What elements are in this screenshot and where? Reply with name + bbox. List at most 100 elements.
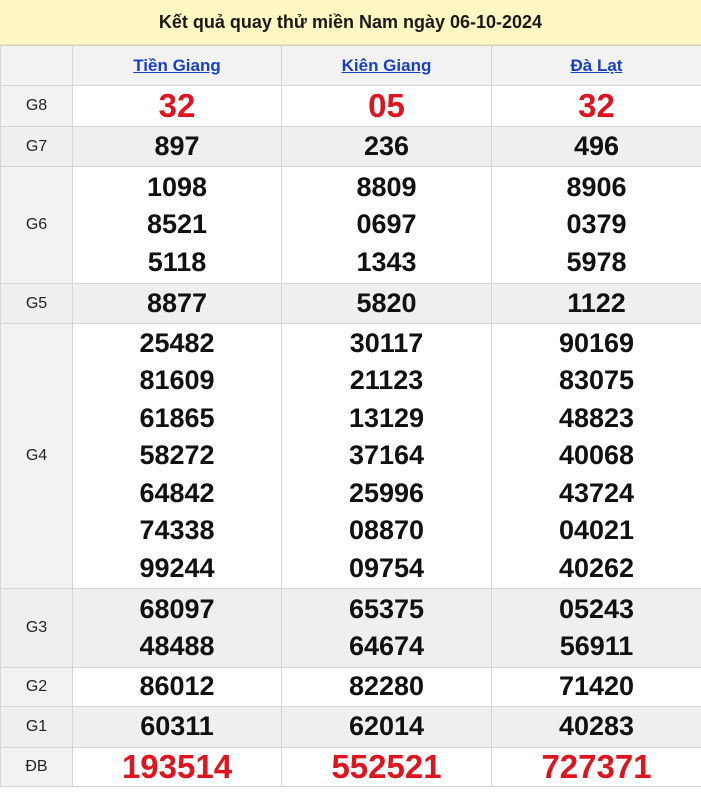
prize-number: 86012: [139, 671, 215, 702]
prize-cell: 8906 0379 5978: [491, 166, 701, 284]
prize-number: 5820: [356, 287, 417, 318]
prize-cell: 25482 81609 61865 58272 64842 74338 99244: [72, 323, 282, 589]
page-title: Kết quả quay thử miền Nam ngày 06-10-202…: [0, 0, 701, 45]
prize-cell: 236: [281, 126, 492, 167]
results-table: Tiền Giang Kiên Giang Đà Lạt G8 32 05 32 G7 8…: [0, 45, 701, 787]
prize-number: 40068: [558, 440, 635, 471]
prize-cell: 60311: [72, 706, 282, 748]
prize-cell: 1098 8521 5118: [72, 166, 282, 284]
prize-cell: 62014: [281, 706, 492, 748]
prize-cell: 32: [491, 85, 701, 127]
prize-cell: 40283: [491, 706, 701, 748]
prize-number: 40262: [558, 552, 635, 583]
prize-row: G3 68097 48488 65375 64674 05243 56911: [0, 588, 701, 668]
prize-number: 05: [368, 87, 405, 125]
prize-cell: 82280: [281, 667, 492, 707]
prize-number: 32: [578, 87, 615, 125]
prize-number: 1122: [567, 287, 626, 318]
prize-cell: 897: [72, 126, 282, 167]
prize-label: G3: [0, 588, 73, 668]
prize-row: G2 86012 82280 71420: [0, 667, 701, 707]
prize-number: 8877: [146, 287, 208, 318]
province-link-kien-giang[interactable]: Kiên Giang: [342, 56, 432, 75]
prize-number: 05243: [558, 593, 635, 624]
prize-number: 65375: [348, 593, 425, 624]
prize-label: G7: [0, 126, 73, 167]
prize-row: G4 25482 81609 61865 58272 64842 74338 99244 301…: [0, 323, 701, 589]
prize-cell: 32: [72, 85, 282, 127]
prize-cell: 30117 21123 13129 37164 25996 08870 09754: [281, 323, 492, 589]
prize-cell: 8877: [72, 283, 282, 324]
prize-number: 82280: [348, 671, 425, 702]
prize-number: 25482: [139, 327, 215, 358]
header-row: Tiền Giang Kiên Giang Đà Lạt: [0, 45, 701, 86]
prize-number: 43724: [558, 477, 635, 508]
prize-number: 60311: [140, 711, 214, 742]
prize-number: 13129: [348, 402, 425, 433]
prize-cell: 1122: [491, 283, 701, 324]
prize-number: 56911: [559, 631, 634, 661]
prize-column-header: [0, 45, 73, 86]
prize-number: 32: [158, 87, 196, 125]
prize-number: 90169: [558, 327, 635, 358]
prize-row: ĐB 193514 552521 727371: [0, 747, 701, 787]
prize-number: 30117: [349, 327, 424, 358]
prize-number: 8906: [566, 171, 627, 202]
prize-row: G7 897 236 496: [0, 126, 701, 167]
prize-number: 48488: [139, 631, 215, 661]
province-link-da-lat[interactable]: Đà Lạt: [571, 56, 623, 75]
prize-number: 62014: [348, 711, 425, 742]
prize-cell: 90169 83075 48823 40068 43724 04021 40262: [491, 323, 701, 589]
prize-cell: 727371: [491, 747, 701, 787]
prize-label: G8: [0, 85, 73, 127]
prize-number: 71420: [558, 671, 635, 702]
prize-number: 552521: [331, 748, 442, 786]
prize-number: 193514: [121, 748, 233, 786]
prize-cell: 86012: [72, 667, 282, 707]
prize-number: 48823: [558, 402, 635, 433]
prize-number: 61865: [139, 402, 215, 433]
prize-number: 68097: [139, 593, 215, 624]
prize-number: 8809: [356, 171, 417, 202]
prize-cell: 68097 48488: [72, 588, 282, 668]
prize-number: 40283: [558, 711, 635, 742]
prize-label: G1: [0, 706, 73, 748]
prize-number: 0379: [566, 209, 627, 240]
prize-cell: 5820: [281, 283, 492, 324]
prize-number: 5118: [147, 246, 207, 277]
prize-number: 64842: [139, 477, 215, 508]
province-header: Kiên Giang: [281, 45, 492, 86]
prize-cell: 05243 56911: [491, 588, 701, 668]
prize-number: 0697: [356, 209, 417, 240]
prize-number: 25996: [348, 477, 425, 508]
prize-label: G4: [0, 323, 73, 589]
prize-row: G1 60311 62014 40283: [0, 706, 701, 748]
province-header: Tiền Giang: [72, 45, 282, 86]
prize-number: 21123: [349, 365, 424, 396]
prize-row: G6 1098 8521 5118 8809 0697 1343 8906 0379 5978: [0, 166, 701, 284]
prize-cell: 71420: [491, 667, 701, 707]
prize-cell: 552521: [281, 747, 492, 787]
prize-number: 58272: [139, 440, 215, 471]
prize-number: 74338: [139, 515, 215, 546]
prize-cell: 496: [491, 126, 701, 167]
prize-row: G5 8877 5820 1122: [0, 283, 701, 324]
prize-cell: 65375 64674: [281, 588, 492, 668]
prize-label: G6: [0, 166, 73, 284]
prize-number: 83075: [558, 365, 635, 396]
prize-label: ĐB: [0, 747, 73, 787]
prize-number: 09754: [348, 552, 425, 583]
prize-number: 99244: [139, 552, 215, 583]
prize-cell: 193514: [72, 747, 282, 787]
prize-number: 08870: [348, 515, 425, 546]
prize-number: 727371: [541, 748, 652, 786]
province-link-tien-giang[interactable]: Tiền Giang: [133, 56, 221, 75]
prize-number: 81609: [139, 365, 215, 396]
prize-label: G2: [0, 667, 73, 707]
prize-number: 64674: [348, 631, 425, 661]
prize-cell: 05: [281, 85, 492, 127]
prize-number: 37164: [348, 440, 425, 471]
prize-cell: 8809 0697 1343: [281, 166, 492, 284]
province-header: Đà Lạt: [491, 45, 701, 86]
prize-number: 04021: [558, 515, 635, 546]
